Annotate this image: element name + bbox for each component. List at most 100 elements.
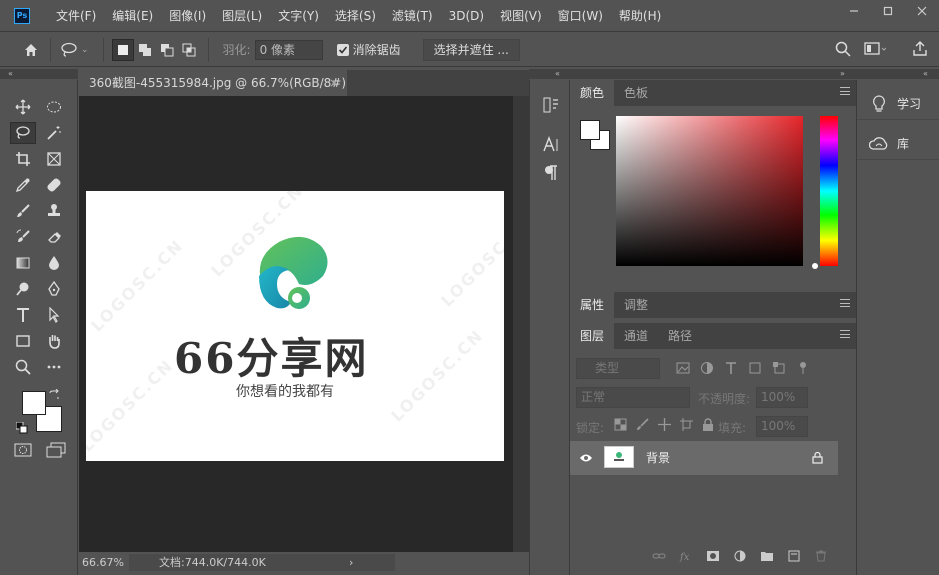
tab-channels[interactable]: 通道 xyxy=(614,323,658,349)
new-selection-button[interactable] xyxy=(111,38,134,61)
brush-tool[interactable] xyxy=(10,200,36,222)
character-panel-button[interactable] xyxy=(542,136,560,154)
minimize-button[interactable] xyxy=(837,0,871,22)
hand-tool[interactable] xyxy=(41,330,67,352)
shape-filter-icon[interactable] xyxy=(748,361,762,375)
toolbar-collapse-strip[interactable]: « xyxy=(0,69,78,79)
menu-file[interactable]: 文件(F) xyxy=(48,0,104,32)
blur-tool[interactable] xyxy=(41,252,67,274)
menu-image[interactable]: 图像(I) xyxy=(161,0,214,32)
tab-color[interactable]: 颜色 xyxy=(570,80,615,106)
smart-object-filter-icon[interactable] xyxy=(772,361,786,375)
maximize-button[interactable] xyxy=(871,0,905,22)
lasso-preset-button[interactable] xyxy=(59,39,81,61)
color-fg-swatch[interactable] xyxy=(580,120,600,140)
new-group-icon[interactable] xyxy=(760,550,774,562)
layer-lock-indicator[interactable] xyxy=(812,451,823,467)
search-button[interactable] xyxy=(835,41,851,60)
menu-layer[interactable]: 图层(L) xyxy=(214,0,270,32)
menu-type[interactable]: 文字(Y) xyxy=(270,0,327,32)
menu-filter[interactable]: 滤镜(T) xyxy=(384,0,441,32)
dodge-tool[interactable] xyxy=(10,278,36,300)
lock-artboard-icon[interactable] xyxy=(680,418,693,431)
tab-adjustments[interactable]: 调整 xyxy=(614,292,658,318)
quick-mask-button[interactable] xyxy=(14,442,32,461)
zoom-tool[interactable] xyxy=(10,356,36,378)
workspace-button[interactable] xyxy=(864,41,887,60)
lock-position-icon[interactable] xyxy=(658,418,671,431)
eyedropper-tool[interactable] xyxy=(10,174,36,196)
layer-filter-select[interactable]: 类型 xyxy=(576,358,660,379)
crop-tool[interactable] xyxy=(10,148,36,170)
new-adjustment-icon[interactable] xyxy=(733,550,747,562)
path-selection-tool[interactable] xyxy=(41,304,67,326)
libraries-panel-button[interactable]: 库 xyxy=(857,128,939,160)
link-layers-icon[interactable] xyxy=(652,550,666,562)
more-tools[interactable] xyxy=(41,356,67,378)
home-button[interactable] xyxy=(20,39,42,61)
type-filter-icon[interactable] xyxy=(724,361,738,375)
lasso-tool[interactable] xyxy=(10,122,36,144)
close-window-button[interactable] xyxy=(905,0,939,22)
pen-tool[interactable] xyxy=(41,278,67,300)
delete-layer-icon[interactable] xyxy=(814,550,828,562)
fx-icon[interactable]: fx xyxy=(679,550,693,562)
menu-view[interactable]: 视图(V) xyxy=(492,0,550,32)
layer-row[interactable]: 背景 xyxy=(570,441,838,475)
intersect-selection-button[interactable] xyxy=(178,39,200,61)
rectangle-tool[interactable] xyxy=(10,330,36,352)
filter-toggle-icon[interactable] xyxy=(796,361,810,375)
fill-input[interactable]: 100% xyxy=(756,416,808,437)
tab-swatches[interactable]: 色板 xyxy=(614,80,658,106)
tab-properties[interactable]: 属性 xyxy=(570,292,615,318)
document-size-info[interactable]: 文档:744.0K/744.0K › xyxy=(129,554,395,571)
menu-3d[interactable]: 3D(D) xyxy=(441,0,492,32)
share-button[interactable] xyxy=(913,41,927,60)
subtract-from-selection-button[interactable] xyxy=(156,39,178,61)
history-panel-button[interactable] xyxy=(542,96,560,114)
lock-pixels-icon[interactable] xyxy=(636,418,649,431)
paragraph-panel-button[interactable] xyxy=(542,164,560,182)
adjustment-filter-icon[interactable] xyxy=(700,361,714,375)
chevron-down-icon[interactable]: ⌄ xyxy=(81,45,89,55)
foreground-color-swatch[interactable] xyxy=(22,391,46,415)
vertical-scrollbar[interactable] xyxy=(513,96,529,552)
swap-colors-button[interactable] xyxy=(48,388,60,404)
lock-all-icon[interactable] xyxy=(702,418,714,431)
new-layer-icon[interactable] xyxy=(787,550,801,562)
image-filter-icon[interactable] xyxy=(676,361,690,375)
close-tab-icon[interactable]: × xyxy=(329,70,339,96)
healing-brush-tool[interactable] xyxy=(41,174,67,196)
hue-slider-handle[interactable] xyxy=(812,263,818,269)
move-tool[interactable] xyxy=(10,96,36,118)
lock-transparent-icon[interactable] xyxy=(614,418,627,431)
panels-collapse-strip[interactable]: » xyxy=(570,69,856,79)
menu-edit[interactable]: 编辑(E) xyxy=(104,0,161,32)
frame-tool[interactable] xyxy=(41,148,67,170)
visibility-toggle[interactable] xyxy=(579,452,593,467)
tab-layers[interactable]: 图层 xyxy=(570,323,615,349)
color-picker-field[interactable] xyxy=(616,116,803,266)
document-image[interactable]: LOGOSC.CN LOGOSC.CN LOGOSC.CN LOGOSC.CN … xyxy=(86,191,504,461)
tab-paths[interactable]: 路径 xyxy=(658,323,702,349)
antialias-checkbox[interactable] xyxy=(336,43,349,56)
select-and-mask-button[interactable]: 选择并遮住 ... xyxy=(422,38,520,61)
panel-menu-icon[interactable] xyxy=(840,330,850,338)
menu-window[interactable]: 窗口(W) xyxy=(550,0,611,32)
opacity-input[interactable]: 100% xyxy=(756,387,808,408)
default-colors-button[interactable] xyxy=(15,421,28,437)
mid-collapse-strip[interactable]: « xyxy=(529,69,570,79)
status-menu-arrow[interactable]: › xyxy=(349,554,353,571)
screen-mode-button[interactable] xyxy=(46,442,66,461)
farright-collapse-strip[interactable]: « xyxy=(856,69,939,79)
feather-input[interactable]: 0 像素 xyxy=(254,39,323,60)
add-to-selection-button[interactable] xyxy=(134,39,156,61)
panel-menu-icon[interactable] xyxy=(840,299,850,307)
eraser-tool[interactable] xyxy=(41,226,67,248)
gradient-tool[interactable] xyxy=(10,252,36,274)
add-mask-icon[interactable] xyxy=(706,550,720,562)
magic-wand-tool[interactable] xyxy=(41,122,67,144)
marquee-tool[interactable] xyxy=(41,96,67,118)
panel-menu-icon[interactable] xyxy=(840,87,850,95)
blend-mode-select[interactable]: 正常 xyxy=(576,387,690,408)
